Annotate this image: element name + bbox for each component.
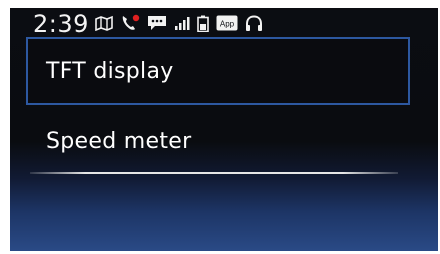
phone-icon [120,14,140,32]
app-badge-label: App [220,20,235,29]
battery-icon [197,15,209,32]
menu-item-speed-meter[interactable]: Speed meter [26,111,410,171]
notification-dot-icon [132,14,140,22]
menu-item-label: Speed meter [46,128,192,154]
clock: 2:39 [33,10,89,38]
divider [30,172,398,174]
display-screen: 2:39 App TFT display Speed meter [10,8,438,251]
message-icon [147,15,167,31]
app-icon: App [216,15,238,31]
headphones-icon [245,14,263,32]
signal-icon [174,16,190,30]
menu-item-tft-display[interactable]: TFT display [26,37,410,105]
status-bar: 2:39 App [10,8,438,38]
menu-item-label: TFT display [46,58,174,84]
map-icon [95,15,113,31]
status-icons: App [95,14,263,32]
